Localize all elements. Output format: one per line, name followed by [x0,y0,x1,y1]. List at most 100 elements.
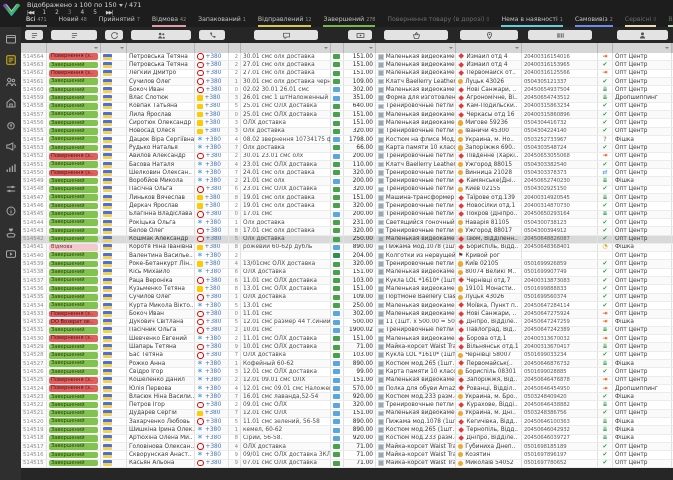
phone-link[interactable]: +380 [205,426,221,433]
phone-link[interactable]: +380 [206,211,222,218]
order-row-514545[interactable]: 514545 Завершений Благінна Владіслава +380 0… [21,210,673,219]
phone-link[interactable]: +380 [206,236,222,243]
phone-link[interactable]: +380 [206,86,222,93]
filter-dropdown-icon[interactable] [665,46,669,49]
phone-link[interactable]: +380 [205,410,221,417]
filter-product[interactable] [376,43,456,53]
phone-link[interactable]: +380 [206,319,222,326]
delivery-location-icon[interactable] [460,30,518,40]
settings-sliders-icon[interactable] [4,183,17,196]
phone-link[interactable]: +380 [205,302,221,309]
tab-відправлений[interactable]: Відправлений 12 [257,16,312,27]
video-tutorials-icon[interactable] [4,247,17,260]
order-row-514541[interactable]: 514541 Відмова Коротя Ніна Іванівна +380 8 ро… [21,243,673,253]
order-row-514530[interactable]: 514530 Повернення (з.. Шевченко Евгений * +3… [21,335,673,344]
phone-link[interactable]: +380 [205,161,221,168]
order-row-514543[interactable]: 514543 Завершений Белов Олег +380 8 17.01 смс… [21,227,673,236]
phone-link[interactable]: +380 [206,78,222,85]
filter-tracking[interactable] [522,43,598,53]
tab-всі[interactable]: Всі 471 [26,16,47,27]
page-number-5[interactable]: 5 [93,10,97,16]
order-row-514551[interactable]: 514551 Завершений Басова Наталя * +380 4 23.01… [21,160,673,170]
filter-dropdown-icon[interactable] [369,46,373,49]
order-row-514561[interactable]: 514561 Завершений Сучилов Олег +380 1 30.01 с… [21,77,673,87]
tracking-barcode-icon[interactable] [528,30,592,40]
status-refresh-icon[interactable] [105,30,123,40]
phone-link[interactable]: +380 [205,219,221,226]
filter-dropdown-icon[interactable] [449,46,453,49]
order-row-514552[interactable]: 514552 Повернення (з.. Авилов Александр +38… [21,152,673,161]
payment-amount-icon[interactable] [348,30,372,40]
order-row-514533[interactable]: 514533 Повернення (з.. Бокоч Иван +380 0 11.0… [21,310,673,319]
phone-link[interactable]: +380 [205,202,221,209]
page-number-4[interactable]: 4 [80,10,84,16]
filter-pay[interactable] [331,43,344,53]
tab-повернення-товару-в-дорозі-[interactable]: Повернення товару (в дорозі) 0 [387,16,489,27]
order-row-514547[interactable]: 514547 Завершений Линьков Вячеслав +380 8 19.… [21,194,673,203]
phone-link[interactable]: +380 [205,128,221,135]
order-row-514553[interactable]: 514553 Завершений Рудько Наталья * +380 7 Олх … [21,144,673,153]
phone-link[interactable]: +380 [205,177,221,184]
order-row-514563[interactable]: 514563 Завершений Петровська Тетяна +380 2 27… [21,61,673,70]
page-number-2[interactable]: 2 [55,10,59,16]
statistics-chart-icon[interactable] [4,161,17,174]
orders-list-icon[interactable] [4,54,17,67]
phone-link[interactable]: +380 [205,260,221,267]
order-row-514536[interactable]: 514536 Завершений Кузьменко Тетяна +380 8 13.… [21,285,673,294]
tab-в-дорозі-додому[interactable]: В дорозі додому0 [668,16,673,27]
order-row-514526[interactable]: 514526 Завершений Свідро Ігор * +380 3 12.01 с… [21,368,673,377]
app-logo[interactable] [2,1,21,17]
marketing-megaphone-icon[interactable] [4,140,17,153]
phone-link[interactable]: +380 [206,186,222,193]
phone-link[interactable]: +380 [205,169,221,176]
filter-phone[interactable] [195,43,229,53]
donate-hand-icon[interactable] [4,226,17,239]
phone-link[interactable]: +380 [205,136,221,143]
filter-amount[interactable] [344,43,376,53]
order-row-514538[interactable]: 514538 Завершений Кісь Михайло * +380 6 ОЛХ до… [21,268,673,278]
tab-завершений[interactable]: Завершений 278 [323,16,376,27]
page-number-3[interactable]: 3 [68,10,72,16]
phone-link[interactable]: +380 [205,244,221,251]
phone-link[interactable]: +380 [205,252,221,259]
filter-flag[interactable] [101,43,127,53]
phone-link[interactable]: +380 [206,153,222,160]
manager-icon[interactable] [617,30,668,40]
order-row-514520[interactable]: 514520 Завершений Захарченко Любовь +380 5 11… [21,418,673,427]
finance-icon[interactable] [4,118,17,131]
phone-link[interactable]: +380 [206,310,222,317]
filter-dropdown-icon[interactable] [515,46,519,49]
order-row-514535[interactable]: 514535 Завершений Сучилов Олег +380 1 ОЛХ дос… [21,293,673,302]
order-row-514516[interactable]: 514516 Завершений Скворунская Анаст.. * +380… [21,451,673,460]
phone-link[interactable]: +380 [205,393,221,400]
phone-link[interactable]: +380 [206,327,222,334]
customers-icon[interactable] [4,75,17,88]
tab-відмова[interactable]: Відмова 42 [151,16,187,27]
first-page-icon[interactable]: |◀◀ [27,10,34,16]
order-row-514525[interactable]: 514525 Повернення (з.. Кошеленко Данил * +38… [21,376,673,385]
customers-icon[interactable] [131,30,191,40]
phone-link[interactable]: +380 [205,451,221,458]
phone-link[interactable]: +380 [205,377,221,384]
order-row-514537[interactable]: 514537 Завершений Раца Вероніка +380 6 11.01 … [21,277,673,286]
tab-нема-в-наявності[interactable]: Нема в наявності 1 [501,16,563,27]
filter-name[interactable] [127,43,195,53]
filter-city[interactable] [456,43,522,53]
phone-link[interactable]: +380 [205,119,221,126]
phone-link[interactable]: +380 [206,70,222,77]
phone-link[interactable]: +380 [206,343,222,350]
filter-dropdown-icon[interactable] [120,46,124,49]
products-basket-icon[interactable] [384,30,448,40]
order-row-514555[interactable]: 514555 Завершений Новосад Олеся +380 3 Олх до… [21,127,673,136]
order-row-514519[interactable]: 514519 Завершений Шишкіна Ірина Олек.. * +38… [21,426,673,435]
order-row-514521[interactable]: 514521 Завершений Дударев Сергій +380 7 12.01… [21,409,673,419]
storefront-icon[interactable] [4,97,17,110]
phone-link[interactable]: +380 [205,385,221,392]
order-row-514560[interactable]: 514560 Завершений Бокоч Иван +380 0 02.02 30.… [21,86,673,95]
filter-qty[interactable] [229,43,241,53]
order-row-514527[interactable]: 514527 Завершений Рожко Анна * +380 1 Кофейный… [21,359,673,369]
tab-самовивіз[interactable]: Самовивіз 2 [574,16,613,27]
order-row-514557[interactable]: 514557 Завершений Лила Ярослав +380 0 25.01 с… [21,111,673,120]
phone-link[interactable]: +380 [206,294,222,301]
order-row-514544[interactable]: 514544 Завершений Рокіцька Ольга * +380 1 Олх … [21,218,673,228]
